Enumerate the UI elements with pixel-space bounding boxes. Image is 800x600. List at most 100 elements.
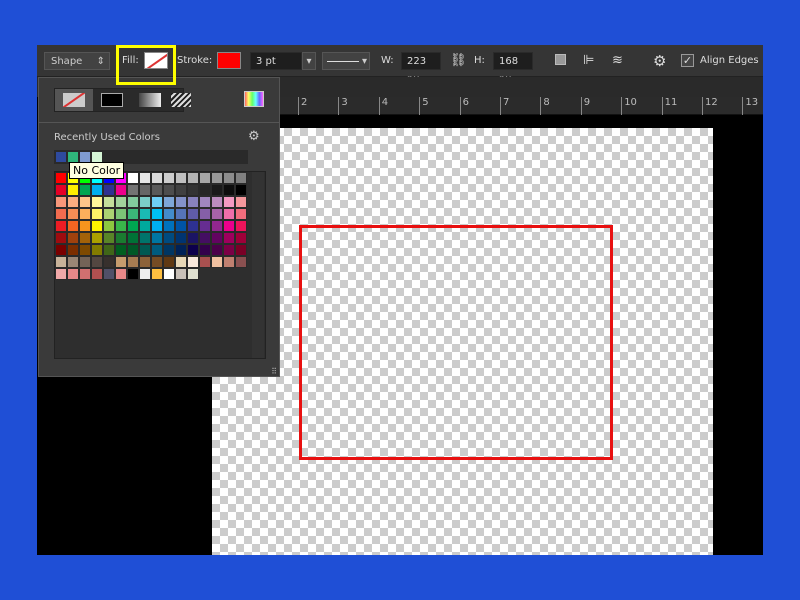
color-swatch[interactable] [175, 256, 187, 268]
color-swatch[interactable] [67, 244, 79, 256]
color-swatch[interactable] [163, 256, 175, 268]
color-swatch[interactable] [151, 208, 163, 220]
color-swatch[interactable] [91, 184, 103, 196]
color-swatch[interactable] [151, 196, 163, 208]
gear-icon[interactable]: ⚙ [653, 52, 666, 70]
color-swatch[interactable] [115, 244, 127, 256]
color-swatch[interactable] [163, 184, 175, 196]
color-swatch[interactable] [103, 196, 115, 208]
color-swatch[interactable] [91, 268, 103, 280]
color-swatch[interactable] [79, 208, 91, 220]
color-swatch[interactable] [103, 232, 115, 244]
link-icon[interactable]: ⛓ [450, 52, 467, 70]
stroke-width-input[interactable]: 3 pt [250, 52, 302, 70]
color-swatch[interactable] [91, 256, 103, 268]
path-arrangement-icon[interactable]: ≋ [612, 52, 623, 70]
color-swatch[interactable] [139, 256, 151, 268]
color-swatch[interactable] [139, 172, 151, 184]
color-swatch[interactable] [151, 172, 163, 184]
pattern-button[interactable] [169, 89, 191, 111]
color-swatch[interactable] [103, 268, 115, 280]
color-swatch[interactable] [175, 268, 187, 280]
color-swatch[interactable] [115, 208, 127, 220]
color-swatch[interactable] [91, 244, 103, 256]
color-swatch[interactable] [199, 256, 211, 268]
color-swatch[interactable] [103, 208, 115, 220]
swatch-scrollbar[interactable] [252, 172, 264, 358]
color-swatch[interactable] [163, 232, 175, 244]
color-swatch[interactable] [223, 232, 235, 244]
color-swatch[interactable] [235, 196, 247, 208]
color-swatch[interactable] [67, 196, 79, 208]
color-swatch[interactable] [211, 196, 223, 208]
color-swatch[interactable] [151, 220, 163, 232]
color-swatch[interactable] [139, 220, 151, 232]
color-swatch[interactable] [211, 220, 223, 232]
color-swatch[interactable] [151, 256, 163, 268]
color-swatch[interactable] [187, 172, 199, 184]
stroke-type-dropdown[interactable]: ▾ [322, 52, 370, 70]
stroke-swatch-button[interactable] [217, 52, 241, 69]
color-swatch[interactable] [187, 256, 199, 268]
color-swatch[interactable] [151, 184, 163, 196]
color-swatch[interactable] [199, 172, 211, 184]
color-swatch[interactable] [163, 196, 175, 208]
color-swatch[interactable] [79, 268, 91, 280]
color-swatch[interactable] [115, 232, 127, 244]
color-swatch[interactable] [235, 244, 247, 256]
color-swatch[interactable] [175, 172, 187, 184]
color-swatch[interactable] [163, 268, 175, 280]
color-swatch[interactable] [115, 196, 127, 208]
color-swatch[interactable] [235, 172, 247, 184]
color-swatch[interactable] [55, 256, 67, 268]
color-swatch[interactable] [175, 208, 187, 220]
no-color-button[interactable] [55, 89, 93, 111]
color-swatch[interactable] [187, 244, 199, 256]
color-swatch[interactable] [115, 220, 127, 232]
color-swatch[interactable] [175, 244, 187, 256]
color-swatch[interactable] [199, 232, 211, 244]
color-swatch[interactable] [187, 184, 199, 196]
color-swatch[interactable] [127, 232, 139, 244]
color-swatch[interactable] [115, 268, 127, 280]
color-swatch[interactable] [223, 208, 235, 220]
color-swatch[interactable] [127, 256, 139, 268]
color-swatch[interactable] [67, 232, 79, 244]
color-swatch[interactable] [103, 220, 115, 232]
color-swatch[interactable] [127, 184, 139, 196]
color-swatch[interactable] [127, 208, 139, 220]
color-swatch[interactable] [55, 220, 67, 232]
color-swatch[interactable] [139, 244, 151, 256]
color-swatch[interactable] [91, 196, 103, 208]
color-swatch[interactable] [79, 184, 91, 196]
color-swatch[interactable] [55, 196, 67, 208]
color-picker-button[interactable] [244, 91, 264, 107]
color-swatch[interactable] [187, 232, 199, 244]
transparent-canvas[interactable] [212, 128, 713, 555]
panel-gear-icon[interactable]: ⚙ [248, 129, 260, 144]
color-swatch[interactable] [175, 220, 187, 232]
color-swatch[interactable] [91, 208, 103, 220]
color-swatch[interactable] [55, 244, 67, 256]
color-swatch[interactable] [235, 256, 247, 268]
color-swatch[interactable] [199, 208, 211, 220]
path-operations-icon[interactable] [555, 54, 566, 65]
color-swatch[interactable] [235, 184, 247, 196]
color-swatch[interactable] [211, 184, 223, 196]
red-rectangle-shape[interactable] [299, 225, 613, 460]
color-swatch[interactable] [211, 172, 223, 184]
color-swatch[interactable] [55, 184, 67, 196]
color-swatch[interactable] [67, 184, 79, 196]
color-swatch[interactable] [127, 220, 139, 232]
color-swatch[interactable] [79, 196, 91, 208]
align-edges-checkbox[interactable]: ✓ [681, 54, 694, 67]
color-swatch[interactable] [79, 232, 91, 244]
color-swatch[interactable] [55, 172, 67, 184]
color-swatch[interactable] [175, 196, 187, 208]
color-swatch[interactable] [67, 220, 79, 232]
color-swatch[interactable] [223, 220, 235, 232]
color-swatch[interactable] [187, 220, 199, 232]
color-swatch[interactable] [163, 244, 175, 256]
color-swatch[interactable] [223, 256, 235, 268]
color-swatch[interactable] [235, 220, 247, 232]
